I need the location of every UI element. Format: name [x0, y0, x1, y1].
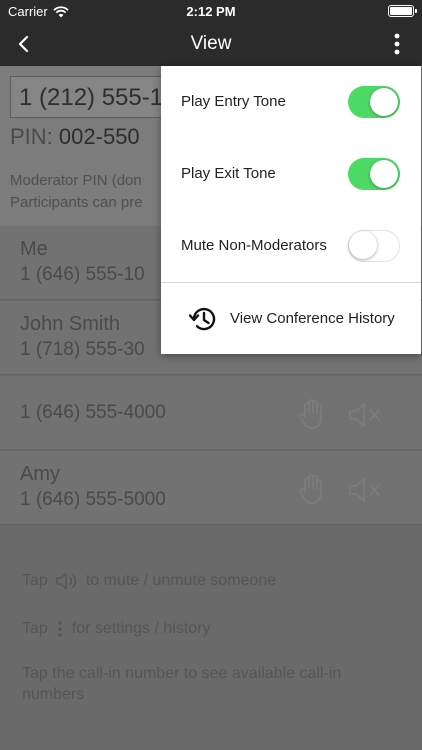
speaker-mute-icon[interactable]: [348, 477, 382, 503]
participant-row[interactable]: 1 (646) 555-4000: [0, 376, 422, 450]
hand-raise-icon[interactable]: [296, 398, 326, 430]
settings-menu: Play Entry Tone Play Exit Tone Mute Non-…: [161, 66, 421, 354]
status-bar: Carrier 2:12 PM: [0, 0, 422, 22]
hint-mute: Tap to mute / unmute someone: [22, 572, 276, 590]
history-icon: [189, 307, 216, 331]
nav-bar: View: [0, 22, 422, 66]
participant-name: John Smith: [20, 313, 121, 335]
participant-name: Me: [20, 238, 48, 260]
menu-item-mute-non-moderators: Mute Non-Moderators: [161, 210, 421, 282]
participant-name: Amy: [20, 463, 60, 485]
hint-settings-text: for settings / history: [71, 620, 211, 637]
pin-value: 002-550: [58, 124, 140, 149]
more-vertical-icon: [57, 621, 62, 637]
hand-raise-icon[interactable]: [296, 473, 326, 505]
hint-callin: Tap the call-in number to see available …: [22, 665, 342, 703]
menu-item-entry-tone: Play Entry Tone: [161, 66, 421, 138]
mute-non-moderators-toggle[interactable]: [348, 230, 400, 262]
participant-phone: 1 (646) 555-5000: [20, 489, 166, 510]
hint-settings-prefix: Tap: [22, 620, 48, 637]
more-options-button[interactable]: [384, 31, 410, 57]
speaker-mute-icon[interactable]: [348, 402, 382, 428]
menu-item-label: Play Entry Tone: [181, 93, 286, 110]
entry-tone-toggle[interactable]: [348, 86, 400, 118]
moderator-pin-note: Moderator PIN (don: [10, 172, 142, 189]
participant-phone: 1 (646) 555-4000: [20, 402, 166, 423]
participant-row[interactable]: Amy 1 (646) 555-5000: [0, 451, 422, 525]
participants-note: Participants can pre: [10, 194, 143, 211]
battery-icon: [388, 5, 417, 17]
speaker-icon: [56, 572, 76, 590]
status-time: 2:12 PM: [186, 4, 236, 19]
menu-item-label: Play Exit Tone: [181, 165, 276, 182]
view-history-button[interactable]: View Conference History: [161, 283, 421, 354]
more-vertical-icon: [394, 33, 400, 55]
hint-settings: Tap for settings / history: [22, 620, 211, 638]
pin-display: PIN: 002-550: [10, 124, 140, 150]
participant-phone: 1 (646) 555-10: [20, 264, 145, 285]
hint-mute-prefix: Tap: [22, 572, 48, 589]
exit-tone-toggle[interactable]: [348, 158, 400, 190]
page-title: View: [190, 33, 232, 54]
menu-item-exit-tone: Play Exit Tone: [161, 138, 421, 210]
pin-label: PIN:: [10, 124, 53, 149]
view-history-label: View Conference History: [230, 310, 395, 327]
participant-phone: 1 (718) 555-30: [20, 339, 145, 360]
hint-mute-text: to mute / unmute someone: [85, 572, 277, 589]
menu-item-label: Mute Non-Moderators: [181, 237, 327, 254]
